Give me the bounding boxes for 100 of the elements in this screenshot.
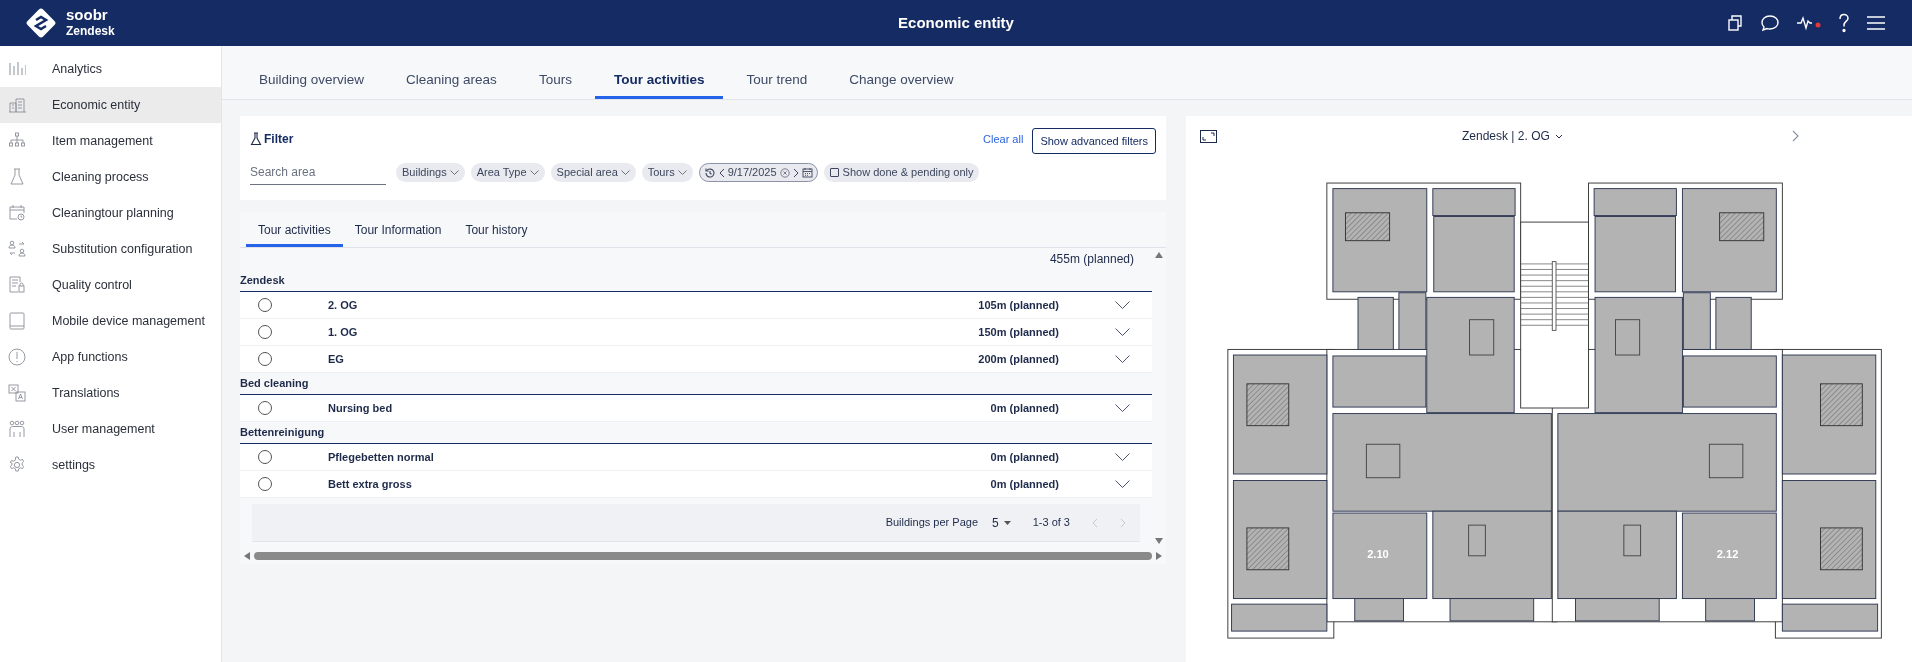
done-pending-toggle[interactable]: Show done & pending only <box>823 163 980 182</box>
tab[interactable]: Tour trend <box>727 65 827 99</box>
chart-icon <box>8 60 26 78</box>
organization-name: Zendesk <box>66 23 115 40</box>
tab[interactable]: Change overview <box>830 65 973 99</box>
activity-row[interactable]: Pflegebetten normal 0m (planned) <box>240 444 1152 471</box>
flask-icon <box>250 132 262 146</box>
next-icon[interactable] <box>792 167 799 178</box>
chevron-down-icon[interactable] <box>1115 301 1130 309</box>
sidebar-item[interactable]: Cleaningtour planning <box>0 195 221 231</box>
sidebar-item[interactable]: Economic entity <box>0 87 221 123</box>
chevron-down-icon[interactable] <box>1115 404 1130 412</box>
help-icon[interactable] <box>1838 13 1850 33</box>
users-icon <box>8 420 26 438</box>
sidebar-item[interactable]: Mobile device management <box>0 303 221 339</box>
checkbox[interactable] <box>829 168 839 177</box>
planned-length: 200m (planned) <box>978 351 1059 367</box>
date-value: 9/17/2025 <box>727 165 777 181</box>
sidebar-item[interactable]: App functions <box>0 339 221 375</box>
scroll-down-icon[interactable] <box>1155 538 1163 544</box>
activity-row[interactable]: 1. OG 150m (planned) <box>240 319 1152 346</box>
activity-row[interactable]: Nursing bed 0m (planned) <box>240 395 1152 422</box>
expand-icon[interactable] <box>1200 129 1217 143</box>
chevron-down-icon <box>677 170 687 175</box>
translate-icon <box>8 384 26 402</box>
chevron-down-icon[interactable] <box>1115 453 1130 461</box>
room-label: 2.12 <box>1716 547 1739 560</box>
calendar-icon[interactable] <box>801 167 813 178</box>
planned-length: 150m (planned) <box>978 324 1059 340</box>
planned-length: 0m (planned) <box>990 449 1059 465</box>
filter-chip[interactable]: Tours <box>641 163 693 182</box>
chevron-down-icon <box>620 170 630 175</box>
date-picker[interactable]: 9/17/2025 <box>698 163 818 182</box>
chevron-down-icon[interactable] <box>1115 328 1130 336</box>
chevron-down-icon <box>1554 133 1563 139</box>
tab[interactable]: Tour activities <box>594 65 724 99</box>
chevron-down-icon[interactable] <box>1115 480 1130 488</box>
sidebar-item[interactable]: Analytics <box>0 51 221 87</box>
menu-icon[interactable] <box>1866 15 1886 31</box>
pulse-icon[interactable] <box>1796 14 1822 32</box>
sidebar-item[interactable]: settings <box>0 447 221 483</box>
calendar-clock-icon <box>8 204 26 222</box>
total-planned: 455m (planned) <box>1049 251 1134 268</box>
activity-name: Nursing bed <box>328 400 393 416</box>
exclamation-icon <box>8 348 26 366</box>
sidebar-item[interactable]: Item management <box>0 123 221 159</box>
page-title: Economic entity <box>898 12 1014 33</box>
brand-name: soobr <box>66 6 109 23</box>
advanced-filters-button[interactable]: Show advanced filters <box>1032 128 1156 154</box>
sidebar-item[interactable]: User management <box>0 411 221 447</box>
people-swap-icon <box>8 240 26 258</box>
sidebar-item[interactable]: Translations <box>0 375 221 411</box>
copy-icon[interactable] <box>1726 14 1744 32</box>
flask-icon <box>8 168 26 186</box>
tab[interactable]: Building overview <box>240 65 384 99</box>
clear-icon[interactable] <box>779 167 790 178</box>
room-label: 2.10 <box>1367 547 1389 560</box>
activity-name: EG <box>328 351 344 367</box>
filter-chip[interactable]: Area Type <box>470 163 545 182</box>
tablet-icon <box>8 312 26 330</box>
activity-name: 1. OG <box>328 324 358 340</box>
group-heading: Zendesk <box>240 272 285 288</box>
search-field[interactable]: Search area <box>250 160 386 185</box>
sidebar-item[interactable]: Cleaning process <box>0 159 221 195</box>
per-page-select[interactable]: 5 <box>992 513 1011 532</box>
scroll-right-icon[interactable] <box>1156 552 1162 560</box>
tab[interactable]: Cleaning areas <box>387 65 516 99</box>
scroll-up-icon[interactable] <box>1155 252 1163 258</box>
gear-icon <box>8 456 26 474</box>
activity-row[interactable]: EG 200m (planned) <box>240 346 1152 373</box>
per-page-label: Buildings per Page <box>885 515 978 531</box>
planned-length: 0m (planned) <box>990 400 1059 416</box>
chevron-down-icon <box>529 170 539 175</box>
sidebar-item[interactable]: Quality control <box>0 267 221 303</box>
document-lock-icon <box>8 276 26 294</box>
scroll-left-icon[interactable] <box>244 552 250 560</box>
activity-row[interactable]: Bett extra gross 0m (planned) <box>240 471 1152 498</box>
building-icon <box>8 96 26 114</box>
page-range: 1-3 of 3 <box>1032 515 1070 531</box>
previous-icon[interactable] <box>718 167 725 178</box>
chevron-down-icon[interactable] <box>1115 355 1130 363</box>
tab[interactable]: Tour Information <box>342 215 454 247</box>
chat-icon[interactable] <box>1760 14 1780 32</box>
filter-chip[interactable]: Buildings <box>396 163 465 182</box>
activity-name: Pflegebetten normal <box>328 449 434 465</box>
tab[interactable]: Tours <box>519 65 591 99</box>
activity-name: 2. OG <box>328 297 358 313</box>
filter-title: Filter <box>264 131 294 148</box>
history-icon[interactable] <box>703 166 716 179</box>
sidebar-item[interactable]: Substitution configuration <box>0 231 221 267</box>
floor-select[interactable]: Zendesk | 2. OG <box>1462 127 1563 145</box>
planned-length: 0m (planned) <box>990 476 1059 492</box>
caret-icon <box>1003 520 1011 525</box>
filter-chip[interactable]: Special area <box>550 163 636 182</box>
hierarchy-icon <box>8 132 26 150</box>
activity-row[interactable]: 2. OG 105m (planned) <box>240 292 1152 319</box>
group-heading: Bed cleaning <box>240 375 309 391</box>
planned-length: 105m (planned) <box>978 297 1059 313</box>
tab[interactable]: Tour history <box>453 215 540 247</box>
clear-all-link[interactable]: Clear all <box>983 130 1024 148</box>
